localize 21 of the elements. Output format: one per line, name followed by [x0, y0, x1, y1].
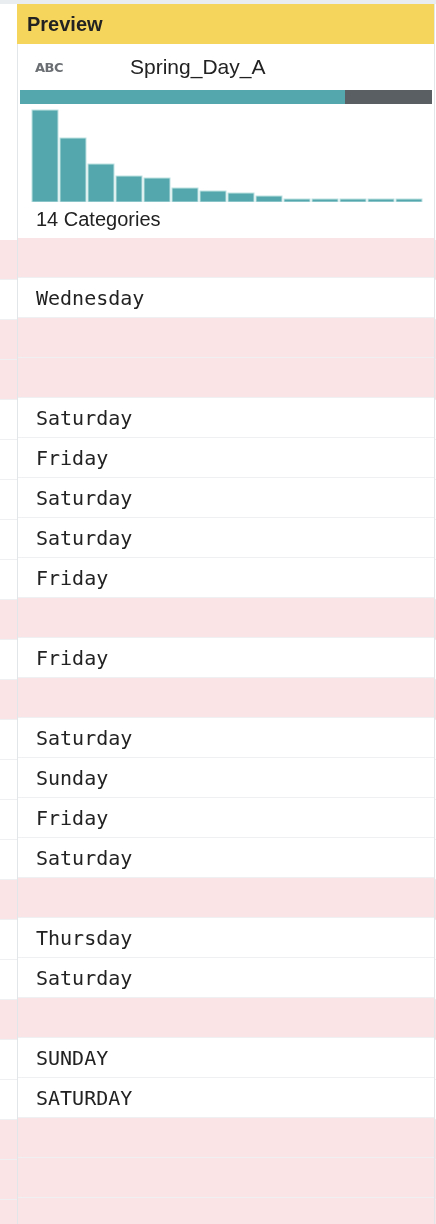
- category-count: 14 Categories: [35, 207, 162, 232]
- cell-text: SATURDAY: [35, 1085, 133, 1110]
- preview-header: Preview: [17, 4, 434, 44]
- column-name: Spring_Day_A: [130, 55, 266, 79]
- cell-text: Sunday: [35, 765, 109, 790]
- cell-text: Saturday: [35, 525, 133, 550]
- cell-text: Saturday: [35, 965, 133, 990]
- cell-text: Saturday: [35, 485, 133, 510]
- cell-text: SUNDAY: [35, 1045, 109, 1070]
- cell-text: Friday: [35, 565, 109, 590]
- type-label: ABC: [34, 59, 64, 75]
- cell-text: Thursday: [35, 925, 133, 950]
- cell-text: Saturday: [35, 405, 133, 430]
- cell-text: Saturday: [35, 725, 133, 750]
- histogram-bar: [199, 190, 227, 202]
- cell-text: Friday: [35, 645, 109, 670]
- cell-text: Wednesday: [35, 285, 145, 310]
- cell-text: Friday: [35, 445, 109, 470]
- cell-text: Friday: [35, 805, 109, 830]
- cell-text: Saturday: [35, 845, 133, 870]
- histogram-bar: [227, 192, 255, 202]
